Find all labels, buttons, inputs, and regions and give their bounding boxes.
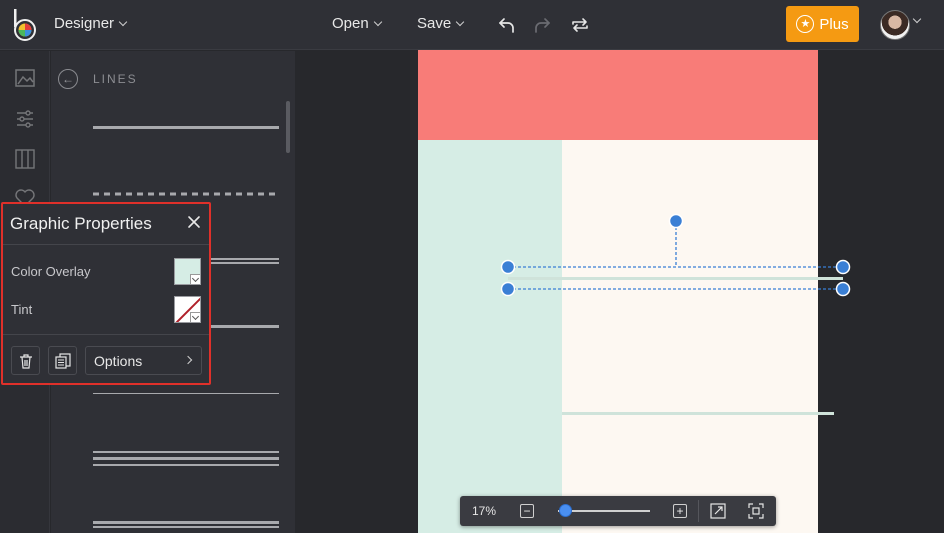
panel-title: LINES xyxy=(93,72,138,86)
redo-icon xyxy=(535,18,550,33)
duplicate-icon xyxy=(54,352,71,369)
top-bar: Designer Open Save ★ Plus xyxy=(0,0,944,50)
line-style-thin[interactable] xyxy=(93,391,279,397)
plus-label: Plus xyxy=(819,15,849,33)
color-overlay-swatch[interactable] xyxy=(174,258,201,285)
page-sidebar-block[interactable] xyxy=(418,140,562,533)
save-menu-label: Save xyxy=(417,15,452,32)
back-arrow-icon[interactable]: ← xyxy=(58,69,78,89)
save-menu-button[interactable]: Save xyxy=(417,15,465,32)
image-icon[interactable] xyxy=(14,67,36,89)
chevron-down-icon xyxy=(455,17,465,26)
close-icon[interactable] xyxy=(186,214,202,230)
expand-icon[interactable] xyxy=(710,503,726,519)
options-label: Options xyxy=(94,352,143,369)
repeat-button[interactable] xyxy=(568,13,592,37)
resize-handle-top-right[interactable] xyxy=(835,259,851,275)
columns-icon[interactable] xyxy=(14,148,36,170)
tint-swatch[interactable] xyxy=(174,296,201,323)
plus-upgrade-button[interactable]: ★ Plus xyxy=(786,6,859,42)
designer-menu-button[interactable]: Designer xyxy=(54,15,128,32)
logo-icon[interactable] xyxy=(12,8,38,42)
chevron-down-icon xyxy=(118,17,128,26)
line-style-triple[interactable] xyxy=(93,449,279,469)
divider xyxy=(3,334,209,335)
design-canvas-page[interactable] xyxy=(418,50,818,533)
tint-label: Tint xyxy=(11,302,33,317)
divider xyxy=(698,500,699,522)
chevron-down-icon xyxy=(190,312,200,322)
chevron-down-icon xyxy=(373,17,382,26)
chevron-down-icon[interactable] xyxy=(912,14,922,24)
page-header-block[interactable] xyxy=(418,50,818,140)
line-style-dashed[interactable] xyxy=(93,191,279,197)
sliders-icon[interactable] xyxy=(14,108,36,130)
graphic-properties-title: Graphic Properties xyxy=(10,214,152,233)
resize-handle-bottom-right[interactable] xyxy=(835,281,851,297)
undo-button[interactable] xyxy=(495,13,519,37)
open-menu-button[interactable]: Open xyxy=(332,15,382,32)
duplicate-button[interactable] xyxy=(48,346,77,375)
delete-button[interactable] xyxy=(11,346,40,375)
avatar[interactable] xyxy=(880,10,910,40)
fit-screen-icon[interactable] xyxy=(748,503,764,519)
repeat-icon xyxy=(572,18,588,32)
panel-scrollbar[interactable] xyxy=(286,101,290,153)
zoom-slider-thumb[interactable] xyxy=(558,504,572,517)
designer-menu-label: Designer xyxy=(54,15,115,32)
zoom-level: 17% xyxy=(472,504,497,518)
open-menu-label: Open xyxy=(332,15,369,32)
line-style-solid-thick[interactable] xyxy=(93,125,279,131)
chevron-down-icon xyxy=(190,274,200,284)
redo-button[interactable] xyxy=(530,13,554,37)
zoom-out-icon[interactable]: − xyxy=(520,504,534,518)
options-button[interactable]: Options xyxy=(85,346,202,375)
zoom-in-icon[interactable]: + xyxy=(673,504,687,518)
page-divider-line[interactable] xyxy=(562,412,834,415)
graphic-properties-panel: Graphic Properties Color Overlay Tint Op… xyxy=(1,202,211,385)
undo-icon xyxy=(499,18,514,33)
star-icon: ★ xyxy=(796,15,815,33)
chevron-right-icon xyxy=(183,355,193,365)
line-style-thick-double[interactable] xyxy=(93,519,279,529)
divider xyxy=(3,244,209,245)
trash-icon xyxy=(19,353,32,369)
color-overlay-label: Color Overlay xyxy=(11,264,91,279)
